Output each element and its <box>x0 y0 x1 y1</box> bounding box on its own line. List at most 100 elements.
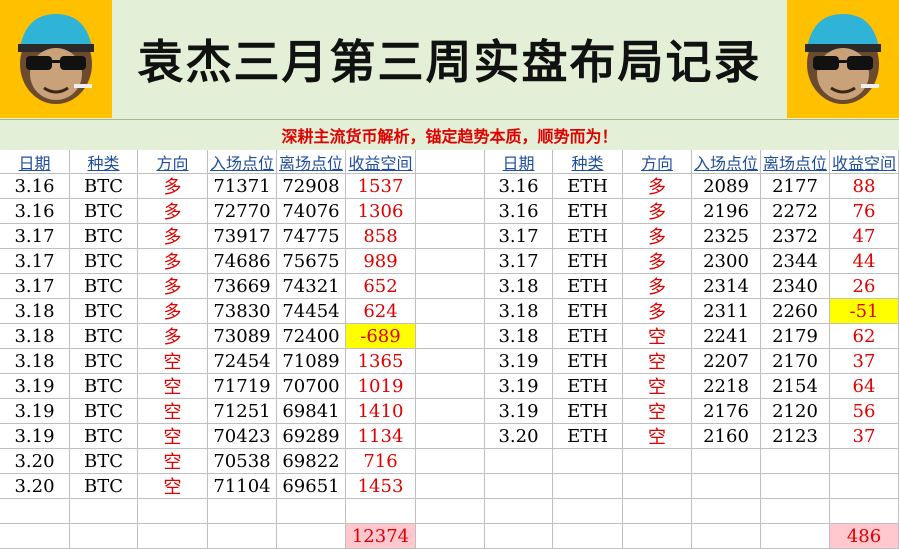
btc-header-direction: 方向 <box>138 150 208 174</box>
btc-row-9-exit: 70700 <box>277 374 346 399</box>
btc-row-5-date: 3.17 <box>0 274 70 299</box>
btc-row-8-profit: 1365 <box>346 349 416 374</box>
eth-row-2-direction: 多 <box>623 199 692 224</box>
btc-row-13-date: 3.20 <box>0 474 70 499</box>
btc-row-10-date: 3.19 <box>0 399 70 424</box>
eth-cell-empty <box>830 474 899 499</box>
title-banner: 袁杰三月第三周实盘布局记录 <box>0 0 899 120</box>
eth-row-9-entry: 2218 <box>692 374 761 399</box>
btc-cell-empty <box>277 524 346 549</box>
eth-cell-empty <box>553 499 623 524</box>
eth-cell-empty <box>692 449 761 474</box>
btc-total-profit: 12374 <box>346 524 416 549</box>
eth-row-7-profit: 62 <box>830 324 899 349</box>
btc-row-10-exit: 69841 <box>277 399 346 424</box>
eth-row-3-exit: 2372 <box>761 224 830 249</box>
eth-row-3-date: 3.17 <box>485 224 553 249</box>
btc-row-12-date: 3.20 <box>0 449 70 474</box>
btc-row-12-entry: 70538 <box>208 449 277 474</box>
btc-row-10-entry: 71251 <box>208 399 277 424</box>
btc-row-4-exit: 75675 <box>277 249 346 274</box>
btc-row-9-entry: 71719 <box>208 374 277 399</box>
page-title: 袁杰三月第三周实盘布局记录 <box>137 35 762 89</box>
eth-row-6-date: 3.18 <box>485 299 553 324</box>
eth-row-7-exit: 2179 <box>761 324 830 349</box>
btc-row-4-date: 3.17 <box>0 249 70 274</box>
spacer-cell <box>416 474 485 499</box>
btc-header-kind: 种类 <box>70 150 138 174</box>
eth-row-11-date: 3.20 <box>485 424 553 449</box>
eth-row-6-exit: 2260 <box>761 299 830 324</box>
eth-cell-empty <box>623 499 692 524</box>
btc-row-11-direction: 空 <box>138 424 208 449</box>
eth-row-8-exit: 2170 <box>761 349 830 374</box>
eth-row-10-direction: 空 <box>623 399 692 424</box>
eth-row-8-profit: 37 <box>830 349 899 374</box>
btc-cell-empty <box>208 524 277 549</box>
btc-row-7-kind: BTC <box>70 324 138 349</box>
eth-header-exit: 离场点位 <box>761 150 830 174</box>
eth-header-entry: 入场点位 <box>692 150 761 174</box>
monkey-logo-right <box>787 0 899 118</box>
btc-header-date: 日期 <box>0 150 70 174</box>
btc-row-4-profit: 989 <box>346 249 416 274</box>
btc-row-7-exit: 72400 <box>277 324 346 349</box>
eth-row-7-kind: ETH <box>553 324 623 349</box>
spacer-cell <box>416 150 485 174</box>
eth-cell-empty <box>692 524 761 549</box>
eth-cell-empty <box>761 499 830 524</box>
eth-cell-empty <box>623 449 692 474</box>
eth-cell-empty <box>692 474 761 499</box>
eth-row-5-date: 3.18 <box>485 274 553 299</box>
eth-row-11-entry: 2160 <box>692 424 761 449</box>
btc-row-7-profit: -689 <box>346 324 416 349</box>
eth-row-8-entry: 2207 <box>692 349 761 374</box>
btc-row-3-kind: BTC <box>70 224 138 249</box>
btc-row-8-entry: 72454 <box>208 349 277 374</box>
spacer-cell <box>416 499 485 524</box>
spacer-cell <box>416 374 485 399</box>
eth-row-2-date: 3.16 <box>485 199 553 224</box>
eth-cell-empty <box>830 449 899 474</box>
btc-row-10-profit: 1410 <box>346 399 416 424</box>
btc-row-2-kind: BTC <box>70 199 138 224</box>
btc-row-13-entry: 71104 <box>208 474 277 499</box>
btc-row-8-kind: BTC <box>70 349 138 374</box>
btc-row-1-date: 3.16 <box>0 174 70 199</box>
eth-cell-empty <box>623 474 692 499</box>
eth-row-3-kind: ETH <box>553 224 623 249</box>
eth-row-4-kind: ETH <box>553 249 623 274</box>
btc-row-6-profit: 624 <box>346 299 416 324</box>
btc-row-1-kind: BTC <box>70 174 138 199</box>
eth-row-11-kind: ETH <box>553 424 623 449</box>
eth-row-5-kind: ETH <box>553 274 623 299</box>
btc-row-6-kind: BTC <box>70 299 138 324</box>
eth-row-3-entry: 2325 <box>692 224 761 249</box>
spacer-cell <box>416 524 485 549</box>
btc-row-3-profit: 858 <box>346 224 416 249</box>
btc-row-6-entry: 73830 <box>208 299 277 324</box>
spacer-cell <box>416 449 485 474</box>
btc-row-5-exit: 74321 <box>277 274 346 299</box>
eth-row-7-entry: 2241 <box>692 324 761 349</box>
eth-cell-empty <box>485 474 553 499</box>
eth-row-1-kind: ETH <box>553 174 623 199</box>
btc-row-5-direction: 多 <box>138 274 208 299</box>
spacer-cell <box>416 224 485 249</box>
eth-row-4-profit: 44 <box>830 249 899 274</box>
eth-row-8-date: 3.19 <box>485 349 553 374</box>
btc-header-entry: 入场点位 <box>208 150 277 174</box>
eth-row-5-profit: 26 <box>830 274 899 299</box>
eth-header-kind: 种类 <box>553 150 623 174</box>
eth-row-5-exit: 2340 <box>761 274 830 299</box>
eth-row-6-profit: -51 <box>830 299 899 324</box>
btc-row-8-direction: 空 <box>138 349 208 374</box>
btc-row-4-direction: 多 <box>138 249 208 274</box>
eth-row-9-date: 3.19 <box>485 374 553 399</box>
btc-row-12-profit: 716 <box>346 449 416 474</box>
eth-row-8-kind: ETH <box>553 349 623 374</box>
eth-row-2-entry: 2196 <box>692 199 761 224</box>
btc-row-12-direction: 空 <box>138 449 208 474</box>
btc-row-10-direction: 空 <box>138 399 208 424</box>
eth-row-5-entry: 2314 <box>692 274 761 299</box>
